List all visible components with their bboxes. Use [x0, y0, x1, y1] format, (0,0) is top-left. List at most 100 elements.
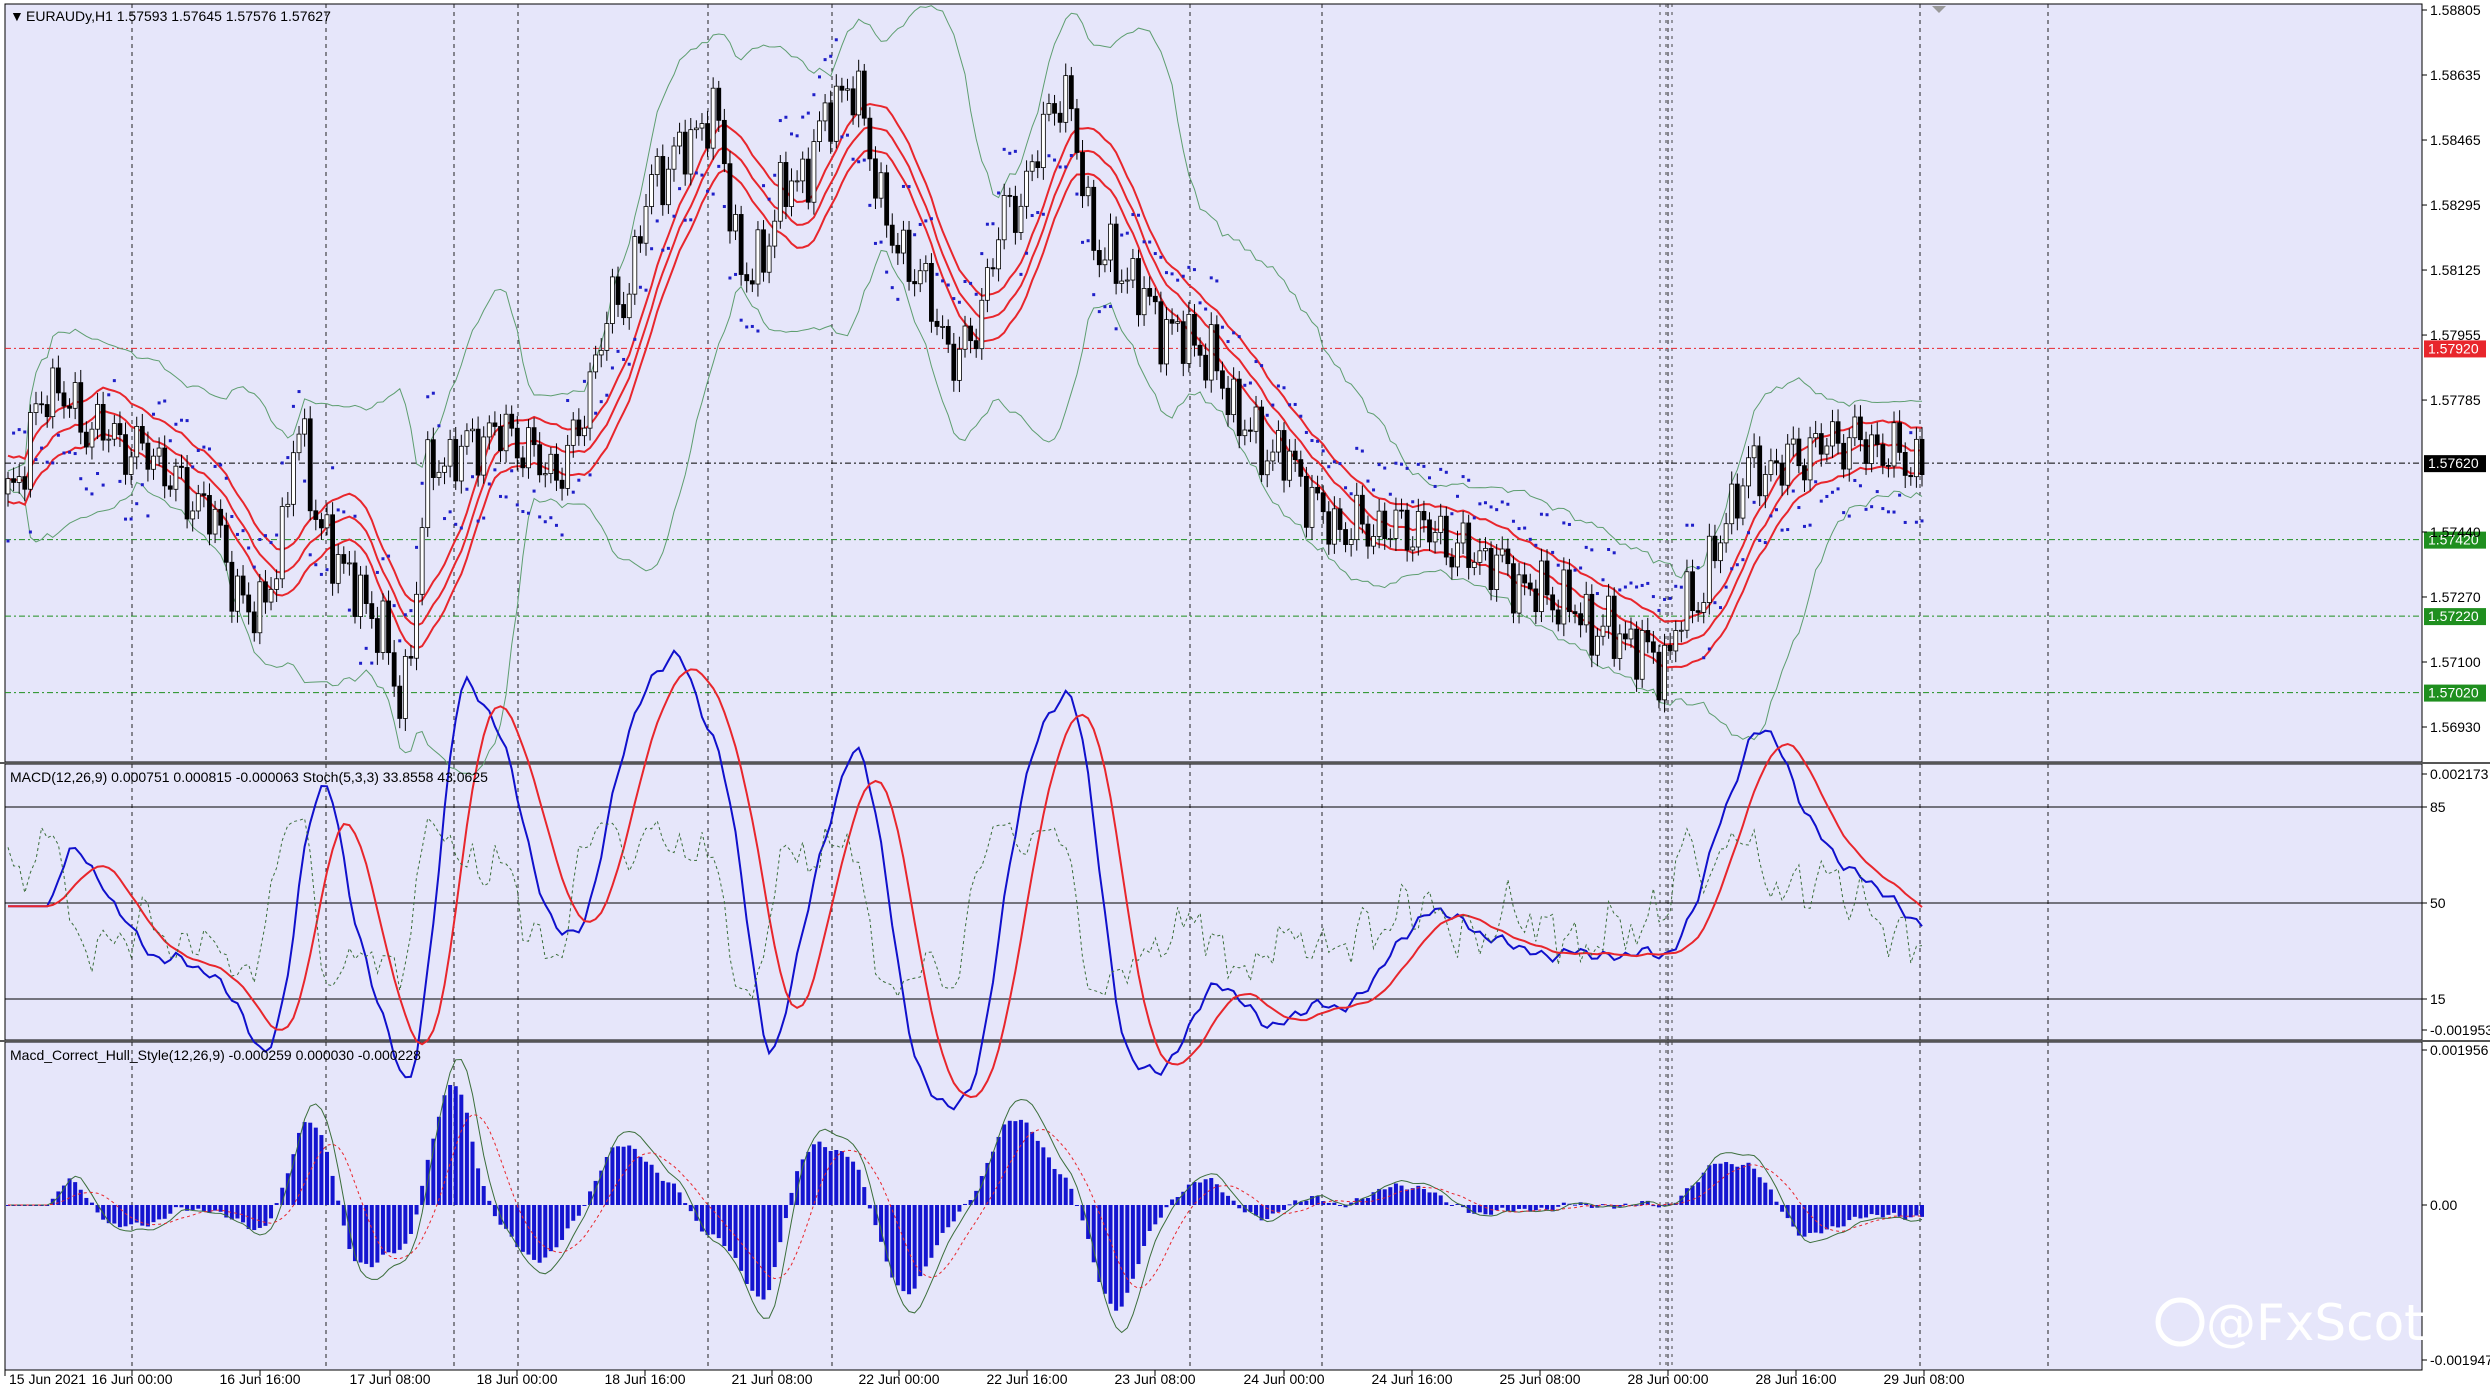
hist-bar [767, 1205, 772, 1291]
sar-dot [1556, 563, 1560, 567]
sar-dot [1769, 514, 1773, 518]
hist-bar [1724, 1162, 1729, 1205]
symbol-caret-icon[interactable]: ▼ [10, 8, 24, 24]
sar-dot [498, 494, 502, 498]
hist-bar [1416, 1185, 1421, 1205]
sar-dot [689, 218, 693, 222]
hist-bar [1410, 1188, 1415, 1205]
hist-bar [1444, 1202, 1449, 1205]
sar-dot [1858, 484, 1862, 488]
sar-dot [1651, 595, 1655, 599]
hist-bar [963, 1203, 967, 1205]
bull-candle [1287, 450, 1292, 481]
hist-bar [1494, 1205, 1499, 1211]
hist-bar [196, 1205, 201, 1209]
bear-candle [968, 325, 973, 342]
bear-candle [951, 343, 957, 381]
sar-dot [1892, 510, 1896, 514]
bear-candle [509, 413, 515, 429]
sar-dot [1635, 585, 1639, 589]
sar-dot [342, 510, 346, 514]
sar-dot [1786, 528, 1790, 532]
sar-dot [420, 481, 424, 485]
bull-candle [335, 554, 341, 584]
macd-label: -0.001953 [2430, 1022, 2490, 1038]
sar-dot [1489, 505, 1493, 509]
hist-bar [1158, 1205, 1163, 1218]
bull-candle [1108, 223, 1113, 261]
hist-bar [1707, 1165, 1712, 1205]
bull-candle [772, 220, 778, 247]
bear-candle [167, 485, 173, 490]
sar-dot [683, 218, 687, 222]
bear-candle [1527, 582, 1533, 590]
bear-candle [727, 163, 733, 232]
hist-bar [1880, 1205, 1885, 1218]
bear-candle [1012, 195, 1018, 233]
time-label: 28 Jun 00:00 [1628, 1371, 1709, 1387]
sar-dot [1691, 523, 1695, 527]
hist-bar [89, 1202, 94, 1205]
sar-dot [1148, 240, 1152, 244]
hist-bar [1030, 1131, 1035, 1205]
hist-bar [845, 1156, 850, 1205]
bear-candle [1818, 433, 1824, 455]
sar-dot [1814, 480, 1818, 484]
hist-bar [1808, 1205, 1813, 1233]
hist-bar [644, 1161, 648, 1205]
hist-bar [856, 1169, 861, 1205]
sar-dot [577, 478, 581, 482]
sar-dot [862, 158, 866, 162]
sar-dot [728, 276, 732, 280]
hist-bar [1399, 1185, 1404, 1205]
sar-dot [885, 270, 889, 274]
sar-dot [1663, 597, 1667, 601]
macd-label: 0.002173 [2430, 766, 2489, 782]
hist-bar [951, 1205, 956, 1222]
level-value: 1.57020 [2428, 685, 2479, 701]
sar-dot [247, 546, 251, 550]
bull-candle [542, 473, 548, 476]
sar-dot [745, 325, 749, 329]
sar-dot [381, 557, 385, 561]
bear-candle [1897, 422, 1903, 453]
hist-bar [1326, 1202, 1331, 1205]
bear-candle [1734, 483, 1740, 519]
hist-bar [655, 1172, 660, 1205]
bull-candle [1348, 539, 1354, 545]
sar-dot [1136, 213, 1140, 217]
hist-bar [1903, 1205, 1908, 1220]
sar-dot [224, 476, 228, 480]
sar-dot [1495, 508, 1499, 512]
sar-dot [896, 297, 900, 301]
sar-dot [627, 362, 631, 366]
hist-bar [1802, 1205, 1807, 1237]
sar-dot [179, 418, 183, 422]
bear-candle [391, 652, 397, 687]
bull-candle [604, 323, 610, 351]
bear-candle [1488, 548, 1494, 591]
hist-bar [761, 1205, 766, 1300]
hist-bar [895, 1205, 900, 1286]
bear-candle [78, 382, 84, 433]
sar-dot [185, 419, 189, 423]
sar-dot [610, 366, 614, 370]
bull-candle [979, 299, 985, 350]
sar-dot [1455, 494, 1459, 498]
hist-bar [162, 1205, 167, 1219]
sar-dot [1254, 360, 1258, 364]
bear-candle [1841, 442, 1847, 470]
sar-dot [191, 465, 195, 469]
sar-dot [1668, 596, 1672, 600]
sar-dot [426, 395, 430, 399]
bull-candle [1477, 550, 1483, 563]
sar-dot [1825, 494, 1829, 498]
price-label: 1.58465 [2430, 132, 2481, 148]
sar-dot [1164, 271, 1168, 275]
bear-candle [319, 519, 324, 529]
sar-dot [269, 541, 273, 545]
bull-candle [1852, 416, 1858, 439]
hist-bar [823, 1147, 828, 1205]
bull-candle [1208, 324, 1214, 381]
chart-window[interactable]: 1.579201.576201.574201.572201.57020 ▼ EU… [0, 0, 2490, 1395]
